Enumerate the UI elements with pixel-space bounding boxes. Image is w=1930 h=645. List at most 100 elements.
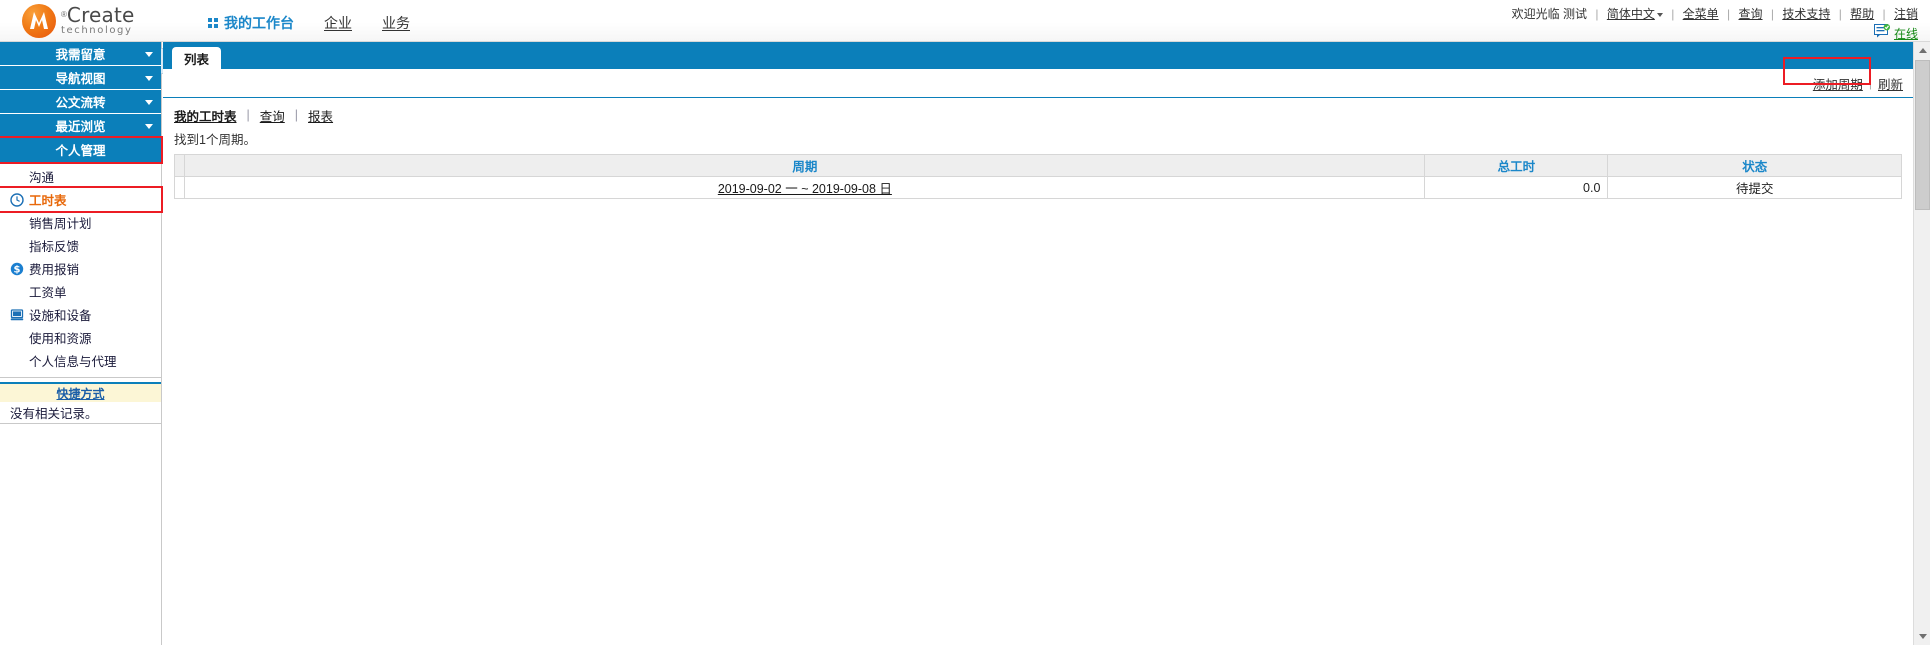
primary-navigation: 我的工作台 企业 业务 (208, 0, 410, 42)
main-content: 列表 添加周期 | 刷新 我的工时表 | 查询 | 报表 找到1个周期。 周期 … (163, 42, 1913, 645)
divider: | (294, 108, 299, 122)
computer-icon (10, 308, 24, 322)
sub-navigation: 我的工时表 | 查询 | 报表 (163, 102, 1913, 128)
add-period-button[interactable]: 添加周期 (1813, 74, 1863, 93)
link-help[interactable]: 帮助 (1850, 7, 1874, 21)
sidebar-item-facilities-equipment[interactable]: 设施和设备 (0, 303, 161, 326)
brand-logo[interactable]: ®Create technology (22, 4, 135, 38)
divider: | (1838, 7, 1842, 21)
sidebar-item-timesheet[interactable]: 工时表 (0, 186, 163, 213)
subnav-query[interactable]: 查询 (260, 106, 285, 125)
language-selector[interactable]: 简体中文 (1607, 7, 1655, 21)
clock-icon (10, 192, 24, 207)
sidebar-group-attention[interactable]: 我需留意 (0, 42, 161, 66)
scroll-down-button[interactable] (1914, 628, 1930, 645)
blank-icon (10, 354, 24, 368)
link-search[interactable]: 查询 (1739, 7, 1763, 21)
nav-item-business[interactable]: 业务 (382, 9, 410, 33)
link-full-menu[interactable]: 全菜单 (1683, 7, 1719, 21)
chevron-down-icon[interactable] (145, 123, 153, 129)
column-header-blank (173, 154, 186, 177)
sidebar-item-sales-weekly-plan[interactable]: 销售周计划 (0, 211, 161, 234)
utility-navigation: 欢迎光临 测试 | 简体中文 | 全菜单 | 查询 | 技术支持 | 帮助 | … (1512, 5, 1918, 43)
column-header-status[interactable]: 状态 (1607, 154, 1902, 177)
utility-nav-row: 欢迎光临 测试 | 简体中文 | 全菜单 | 查询 | 技术支持 | 帮助 | … (1512, 5, 1918, 23)
sidebar-item-metrics-feedback[interactable]: 指标反馈 (0, 234, 161, 257)
nav-item-business-label: 业务 (382, 15, 410, 31)
current-user-name: 测试 (1563, 7, 1588, 21)
sidebar-group-attention-label: 我需留意 (55, 48, 106, 62)
chevron-down-icon[interactable] (145, 75, 153, 81)
sidebar-item-payslip[interactable]: 工资单 (0, 280, 161, 303)
sidebar-group-personal-management[interactable]: 个人管理 (0, 136, 163, 164)
nav-item-enterprise-label: 企业 (324, 15, 352, 31)
sidebar-item-personal-info-delegate[interactable]: 个人信息与代理 (0, 349, 161, 372)
blank-icon (10, 239, 24, 253)
sidebar-item-facilities-equipment-label: 设施和设备 (29, 309, 92, 323)
sidebar-group-recent-browse-label: 最近浏览 (55, 120, 106, 134)
refresh-button[interactable]: 刷新 (1878, 74, 1903, 93)
grid-icon (208, 18, 218, 28)
sidebar-item-usage-resources-label: 使用和资源 (29, 332, 92, 346)
subnav-my-timesheet[interactable]: 我的工时表 (174, 106, 237, 125)
scroll-up-button[interactable] (1914, 42, 1930, 59)
cell-status: 待提交 (1607, 176, 1902, 199)
sidebar-item-timesheet-label: 工时表 (29, 194, 67, 208)
online-status[interactable]: 在线 (1512, 24, 1918, 43)
sidebar-item-payslip-label: 工资单 (29, 286, 67, 300)
top-header-bar: ®Create technology 我的工作台 企业 业务 欢迎光临 测试 |… (0, 0, 1930, 42)
left-sidebar: 我需留意 导航视图 公文流转 最近浏览 个人管理 沟通 工时表 销售周计划 指标… (0, 42, 172, 645)
chevron-down-icon[interactable] (145, 51, 153, 57)
sidebar-group-navigation-view-label: 导航视图 (55, 72, 106, 86)
divider: | (1770, 7, 1774, 21)
sidebar-item-personal-info-delegate-label: 个人信息与代理 (29, 355, 117, 369)
subnav-report[interactable]: 报表 (308, 106, 333, 125)
period-link[interactable]: 2019-09-02 一 ~ 2019-09-08 日 (718, 182, 892, 196)
column-header-total-hours[interactable]: 总工时 (1424, 154, 1609, 177)
page-body: 我需留意 导航视图 公文流转 最近浏览 个人管理 沟通 工时表 销售周计划 指标… (0, 42, 1930, 645)
tab-list[interactable]: 列表 (172, 47, 222, 69)
blank-icon (10, 170, 24, 184)
scrollbar-thumb[interactable] (1915, 60, 1930, 210)
nav-item-my-workbench[interactable]: 我的工作台 (208, 9, 294, 33)
vertical-scrollbar[interactable] (1913, 42, 1930, 645)
svg-text:$: $ (14, 264, 21, 275)
shortcuts-empty-message: 没有相关记录。 (0, 402, 161, 424)
blank-icon (10, 285, 24, 299)
sidebar-item-expense-reimbursement-label: 费用报销 (29, 263, 80, 277)
sidebar-item-sales-weekly-plan-label: 销售周计划 (29, 217, 92, 231)
sidebar-group-personal-management-label: 个人管理 (55, 143, 106, 158)
welcome-text: 欢迎光临 (1511, 7, 1560, 21)
chevron-down-icon[interactable] (145, 99, 153, 105)
table-header-row: 周期 总工时 状态 (173, 154, 1902, 177)
row-blank-cell (173, 176, 186, 199)
blank-icon (10, 331, 24, 345)
sidebar-group-document-flow[interactable]: 公文流转 (0, 90, 161, 114)
action-toolbar: 添加周期 | 刷新 (163, 57, 1913, 98)
chevron-down-icon (1918, 634, 1927, 639)
divider: | (1727, 7, 1731, 21)
divider: | (1595, 7, 1599, 21)
divider: | (1868, 76, 1872, 90)
create-logo-icon (22, 4, 56, 38)
sidebar-item-usage-resources[interactable]: 使用和资源 (0, 326, 161, 349)
sidebar-group-recent-browse[interactable]: 最近浏览 (0, 114, 161, 138)
link-technical-support[interactable]: 技术支持 (1782, 7, 1830, 21)
result-count-text: 找到1个周期。 (174, 133, 256, 147)
cell-total-hours: 0.0 (1424, 176, 1609, 199)
sidebar-group-navigation-view[interactable]: 导航视图 (0, 66, 161, 90)
brand-tagline: technology (61, 25, 133, 37)
table-row[interactable]: 2019-09-02 一 ~ 2019-09-08 日 0.0 待提交 (173, 176, 1902, 199)
shortcuts-section-title[interactable]: 快捷方式 (0, 382, 161, 402)
chevron-down-icon[interactable] (1656, 12, 1663, 17)
column-header-period[interactable]: 周期 (184, 154, 1426, 177)
brand-wordmark: ®Create technology (61, 5, 135, 37)
sidebar-item-communication-label: 沟通 (29, 171, 55, 185)
dollar-icon: $ (10, 262, 24, 276)
link-logout[interactable]: 注销 (1894, 7, 1918, 21)
sidebar-item-metrics-feedback-label: 指标反馈 (29, 240, 80, 254)
sidebar-item-communication[interactable]: 沟通 (0, 165, 161, 188)
nav-item-enterprise[interactable]: 企业 (324, 9, 352, 33)
sidebar-item-expense-reimbursement[interactable]: $ 费用报销 (0, 257, 161, 280)
divider: | (1882, 7, 1886, 21)
